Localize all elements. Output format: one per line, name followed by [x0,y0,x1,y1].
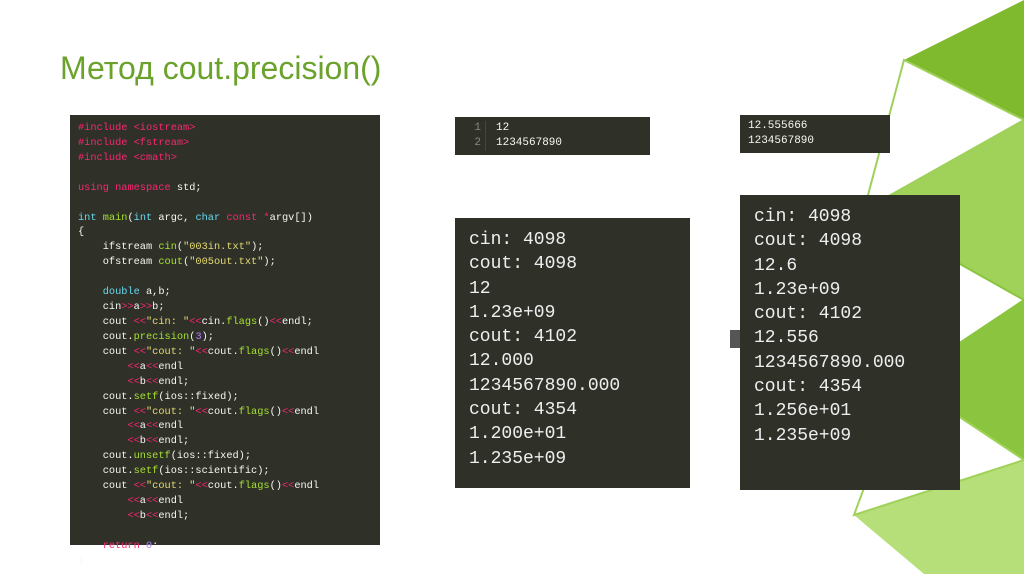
input-value: 12.555666 [748,120,807,132]
output-line: cout: 4102 [754,302,946,326]
output-line: cout: 4102 [469,325,676,349]
input-value: 12 [496,122,509,134]
output-panel-1: cin: 4098cout: 4098121.23e+09cout: 41021… [455,218,690,488]
gutter-line-number: 1 [459,121,486,136]
output-line: cout: 4354 [469,398,676,422]
output-line: 12.556 [754,326,946,350]
output-line: cout: 4098 [754,229,946,253]
output-line: 12.6 [754,254,946,278]
output-line: 12 [469,277,676,301]
output-line: 1.200e+01 [469,422,676,446]
output-panel-2: cin: 4098cout: 409812.61.23e+09cout: 410… [740,195,960,490]
output-line: 1.235e+09 [469,447,676,471]
output-line: 1234567890.000 [754,351,946,375]
output-line: 1.256e+01 [754,399,946,423]
input-value: 1234567890 [748,135,814,147]
output-line: 1.235e+09 [754,424,946,448]
output-line: cout: 4098 [469,252,676,276]
slide-title: Метод cout.precision() [60,50,381,87]
panel-side-marker [730,330,740,348]
output-line: cout: 4354 [754,375,946,399]
input-file-panel-2: 12.555666 1234567890 [740,115,890,153]
source-code-panel: #include <iostream> #include <fstream> #… [70,115,380,545]
input-file-panel-1: 1 12 2 1234567890 [455,117,650,155]
input-value: 1234567890 [496,137,562,149]
gutter-line-number: 2 [459,136,486,151]
output-line: cin: 4098 [469,228,676,252]
output-line: cin: 4098 [754,205,946,229]
output-line: 12.000 [469,349,676,373]
output-line: 1.23e+09 [469,301,676,325]
output-line: 1234567890.000 [469,374,676,398]
output-line: 1.23e+09 [754,278,946,302]
